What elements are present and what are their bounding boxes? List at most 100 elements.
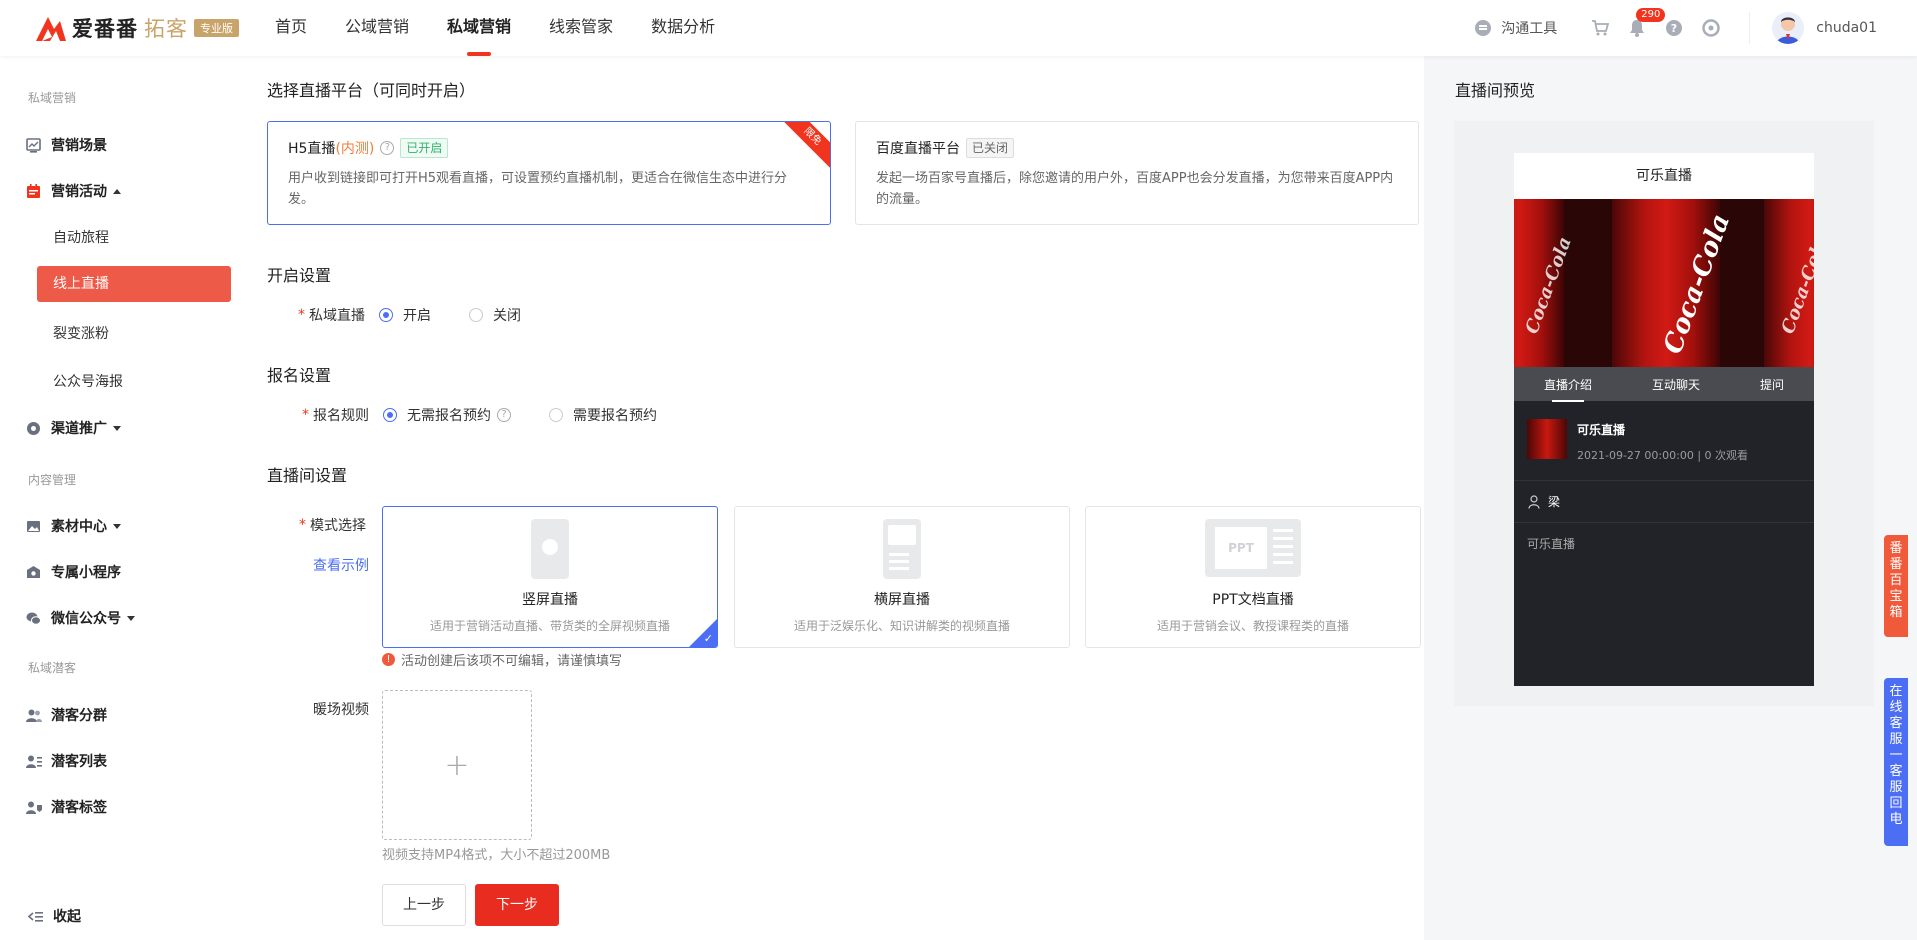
nav-lead-manager[interactable]: 线索管家 (530, 0, 632, 56)
cart-icon[interactable] (1591, 19, 1610, 37)
logo-text: 爱番番 (72, 17, 138, 41)
live-info: 可乐直播 2021-09-27 00:00:00 | 0 次观看 (1514, 401, 1814, 481)
help-circle-icon[interactable]: ? (497, 408, 511, 422)
sidebar-item-label: 营销场景 (51, 138, 107, 154)
mode-card-vertical[interactable]: 竖屏直播 适用于营销活动直播、带货类的全屏视频直播 ✓ (382, 506, 718, 648)
chevron-up-icon (113, 188, 121, 194)
preview-panel: 可乐直播 Coca-Cola Coca-Cola Coca-Cola 直播介绍 … (1454, 121, 1874, 706)
platform-h5-header: H5直播 (内测) ? 已开启 (288, 138, 809, 158)
video-label: 暖场视频 (313, 702, 369, 718)
sidebar-sub-journey[interactable]: 自动旅程 (53, 227, 109, 247)
private-live-row: * 私域直播 开启 关闭 (298, 305, 521, 325)
top-bar: 爱番番 拓客 专业版 首页 公域营销 私域营销 线索管家 数据分析 沟通工具 2… (0, 0, 1917, 56)
chevron-down-icon (113, 425, 121, 431)
platform-h5-desc: 用户收到链接即可打开H5观看直播，可设置预约直播机制，更适合在微信生态中进行分发… (288, 171, 788, 207)
avatar (1772, 12, 1805, 44)
nav-private-marketing[interactable]: 私域营销 (428, 0, 530, 56)
platform-card-baidu[interactable]: 百度直播平台 已关闭 发起一场百家号直播后，除您邀请的用户外，百度APP也会分发… (855, 121, 1419, 225)
logo[interactable]: 爱番番 拓客 专业版 (34, 12, 239, 44)
nav-data-analysis[interactable]: 数据分析 (632, 0, 734, 56)
sidebar-item-segment[interactable]: 潜客分群 (26, 705, 107, 725)
mode-name: 竖屏直播 (522, 592, 578, 608)
sidebar-item-list[interactable]: 潜客列表 (26, 751, 107, 771)
sidebar-group-prospects: 私域潜客 (28, 661, 77, 675)
mode-warning: ! 活动创建后该项不可编辑，请谨慎填写 (382, 650, 622, 669)
person-icon (1528, 494, 1540, 509)
upload-hint: 视频支持MP4格式，大小不超过200MB (382, 848, 611, 863)
mode-card-horizontal[interactable]: 横屏直播 适用于泛娱乐化、知识讲解类的视频直播 (734, 506, 1070, 648)
preview-title: 直播间预览 (1455, 81, 1536, 100)
sidebar-sub-live[interactable]: 线上直播 (37, 266, 231, 302)
next-button[interactable]: 下一步 (475, 884, 559, 926)
sidebar-item-scene[interactable]: 营销场景 (26, 135, 107, 155)
tab-question[interactable]: 提问 (1760, 376, 1784, 393)
mode-label-row: * 模式选择 (299, 517, 366, 534)
mode-name: 横屏直播 (874, 592, 930, 608)
toolbox-float-tab[interactable]: 番番百宝箱 (1884, 535, 1908, 637)
customer-service-float-tab[interactable]: 在线客服一客服回电 (1884, 678, 1908, 846)
sidebar-item-wechat[interactable]: 微信公众号 (26, 608, 135, 628)
platform-baidu-header: 百度直播平台 已关闭 (876, 138, 1397, 158)
platform-baidu-desc: 发起一场百家号直播后，除您邀请的用户外，百度APP也会分发直播，为您带来百度AP… (876, 171, 1394, 207)
sidebar-item-label: 微信公众号 (51, 611, 121, 627)
settings-icon[interactable] (1702, 19, 1721, 37)
chart-board-icon (26, 137, 41, 153)
radio-on-icon (383, 408, 397, 422)
mode-card-ppt[interactable]: PPT文档直播 适用于营销会议、教授课程类的直播 (1085, 506, 1421, 648)
chevron-down-icon (127, 615, 135, 621)
video-label-row: 暖场视频 (313, 699, 369, 719)
prev-button[interactable]: 上一步 (382, 884, 466, 926)
main-nav: 首页 公域营销 私域营销 线索管家 数据分析 (256, 0, 734, 56)
host-row: 梁 (1514, 481, 1814, 523)
view-example-link[interactable]: 查看示例 (313, 555, 369, 575)
live-thumbnail (1527, 419, 1567, 459)
platform-baidu-name: 百度直播平台 (876, 141, 960, 157)
signup-rule-label: 报名规则 (313, 408, 369, 424)
sidebar-item-channel[interactable]: 渠道推广 (26, 418, 121, 438)
main-content: 选择直播平台（可同时开启） H5直播 (内测) ? 已开启 用户收到链接即可打开… (242, 56, 1424, 940)
sidebar-item-activity[interactable]: 营销活动 (26, 181, 121, 201)
sidebar-item-material[interactable]: 素材中心 (26, 516, 121, 536)
tab-intro[interactable]: 直播介绍 (1544, 376, 1592, 402)
sidebar-item-miniapp[interactable]: 专属小程序 (26, 562, 121, 582)
room-section-title: 直播间设置 (267, 466, 348, 485)
status-badge-off: 已关闭 (966, 138, 1015, 158)
wechat-icon (26, 611, 41, 626)
vertical-phone-icon (531, 519, 569, 579)
chevron-down-icon (113, 523, 121, 529)
edition-badge: 专业版 (194, 19, 239, 37)
user-menu[interactable]: chuda01 (1749, 12, 1877, 44)
sidebar-collapse-button[interactable]: 收起 (27, 906, 81, 926)
horizontal-phone-icon (883, 519, 921, 579)
radio-need-signup[interactable]: 需要报名预约 (549, 405, 657, 425)
nav-public-marketing[interactable]: 公域营销 (326, 0, 428, 56)
sidebar-item-label: 素材中心 (51, 519, 107, 535)
user-list-icon (26, 754, 42, 769)
top-right-tools: 沟通工具 290 ? chuda01 (1475, 0, 1877, 56)
radio-open[interactable]: 开启 (379, 305, 431, 325)
warning-icon: ! (382, 653, 395, 666)
bell-icon[interactable]: 290 (1628, 8, 1666, 37)
warning-text: 活动创建后该项不可编辑，请谨慎填写 (401, 654, 623, 669)
sidebar-item-tags[interactable]: 潜客标签 (26, 797, 107, 817)
nav-home[interactable]: 首页 (256, 0, 326, 56)
user-tag-icon (26, 800, 42, 815)
help-circle-icon[interactable]: ? (380, 141, 395, 155)
platform-card-h5[interactable]: H5直播 (内测) ? 已开启 用户收到链接即可打开H5观看直播，可设置预约直播… (267, 121, 831, 225)
sidebar-item-label: 潜客列表 (51, 754, 107, 770)
calendar-icon (26, 183, 41, 199)
collapse-menu-icon (27, 909, 43, 924)
tab-chat[interactable]: 互动聊天 (1652, 376, 1700, 393)
radio-off-icon (549, 408, 563, 422)
help-icon[interactable]: ? (1665, 19, 1683, 37)
video-upload-box[interactable]: + (382, 690, 532, 840)
radio-no-signup[interactable]: 无需报名预约 ? (383, 405, 511, 425)
open-section-title: 开启设置 (267, 266, 332, 285)
communication-tool[interactable]: 沟通工具 (1475, 18, 1557, 38)
communication-tool-label: 沟通工具 (1501, 21, 1558, 37)
radio-close[interactable]: 关闭 (469, 305, 521, 325)
sidebar-sub-fission[interactable]: 裂变涨粉 (53, 323, 109, 343)
signup-rule-row: * 报名规则 无需报名预约 ? 需要报名预约 (302, 405, 657, 425)
platform-h5-note: (内测) (335, 141, 375, 157)
sidebar-sub-poster[interactable]: 公众号海报 (53, 371, 123, 391)
